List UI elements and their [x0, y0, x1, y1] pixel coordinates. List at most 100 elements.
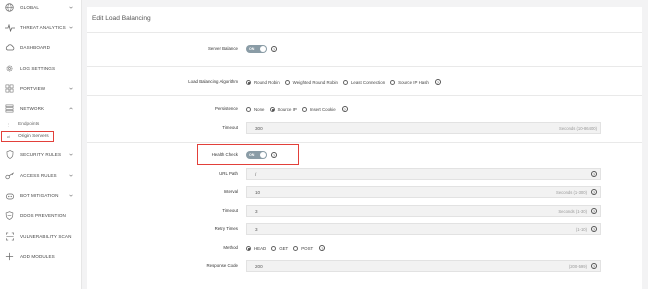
- radio-source-ip-hash[interactable]: Source IP Hash: [390, 79, 429, 85]
- help-icon[interactable]: ?: [591, 189, 597, 195]
- help-icon[interactable]: ?: [591, 226, 597, 232]
- sidebar-item-network[interactable]: NETWORK: [0, 103, 82, 114]
- input-hint: (1-10): [575, 226, 587, 232]
- hc-timeout-label: Timeout: [222, 208, 238, 213]
- server-balance-toggle[interactable]: ON: [246, 45, 267, 53]
- help-icon[interactable]: ?: [434, 79, 441, 85]
- pulse-icon: [3, 22, 16, 33]
- radio-icon: [390, 79, 396, 85]
- help-icon[interactable]: ?: [591, 171, 597, 177]
- algorithm-label: Load Balancing Algorithm: [188, 79, 238, 84]
- input-value: 3: [255, 208, 258, 214]
- sidebar-item-ddos-prevention[interactable]: DDOS PREVENTION: [0, 210, 82, 221]
- server-balance-label: Server Balance: [207, 46, 238, 51]
- radio-label: Source IP Hash: [398, 79, 429, 85]
- radio-selected-icon: [269, 106, 275, 112]
- toggle-knob: [260, 152, 266, 158]
- sidebar-item-log-settings[interactable]: LOG SETTINGS: [0, 63, 82, 74]
- radio-label: POST: [301, 245, 314, 251]
- gear-icon: [3, 63, 16, 74]
- sidebar-item-add-modules[interactable]: ADD MODULES: [0, 251, 82, 262]
- radio-icon: [284, 79, 290, 85]
- help-icon[interactable]: ?: [271, 46, 277, 52]
- globe-icon: [3, 2, 16, 13]
- radio-none[interactable]: None: [246, 106, 265, 112]
- persistence-row: Persistence None Source IP Insert Cookie…: [87, 103, 642, 115]
- timeout-label: Timeout: [222, 125, 238, 130]
- chevron-down-icon: [68, 193, 73, 198]
- radio-icon: [293, 245, 299, 251]
- sidebar-item-vulnerability-scan[interactable]: VULNERABILITY SCAN: [0, 231, 82, 242]
- hc-timeout-input[interactable]: 3 Seconds (1-30) ?: [246, 205, 601, 217]
- retry-input[interactable]: 3 (1-10) ?: [246, 223, 601, 235]
- divider: [87, 66, 642, 67]
- input-hint: Seconds (10-86400): [559, 125, 597, 131]
- sidebar-item-label: LOG SETTINGS: [20, 66, 56, 71]
- chevron-down-icon: [68, 5, 73, 10]
- divider: [87, 142, 642, 143]
- help-icon[interactable]: ?: [591, 208, 597, 214]
- radio-label: Least Connection: [350, 79, 386, 85]
- help-icon[interactable]: ?: [271, 152, 277, 158]
- radio-label: None: [254, 106, 265, 112]
- sidebar-item-portview[interactable]: PORTVIEW: [0, 83, 82, 94]
- radio-round-robin[interactable]: Round Robin: [246, 79, 280, 85]
- help-icon[interactable]: ?: [319, 245, 326, 251]
- sidebar-item-access-rules[interactable]: ACCESS RULES: [0, 170, 82, 181]
- plus-icon: [3, 251, 16, 262]
- radio-label: Weighted Round Robin: [292, 79, 338, 85]
- url-path-label: URL Path: [219, 171, 238, 176]
- toggle-state: ON: [249, 153, 255, 157]
- sidebar-item-global[interactable]: GLOBAL: [0, 2, 82, 13]
- sidebar-subitem-endpoints[interactable]: ⋮ Endpoints: [0, 120, 82, 128]
- chevron-down-icon: [68, 86, 73, 91]
- input-hint: Seconds (1-30): [558, 208, 587, 214]
- sidebar-item-label: VULNERABILITY SCAN: [20, 234, 72, 239]
- sidebar-item-threat-analytics[interactable]: THREAT ANALYTICS: [0, 22, 82, 33]
- input-value: 200: [255, 263, 263, 269]
- sidebar-item-bot-mitigation[interactable]: BOT MITIGATION: [0, 190, 82, 201]
- ddos-icon: [3, 210, 16, 221]
- sidebar-subitem-label: Endpoints: [18, 121, 40, 127]
- chevron-down-icon: [68, 152, 73, 157]
- server-balance-row: Server Balance ON ?: [87, 43, 642, 55]
- response-code-input[interactable]: 200 (200-599) ?: [246, 260, 601, 272]
- cloud-icon: [3, 42, 16, 53]
- sidebar-item-dashboard[interactable]: DASHBOARD: [0, 42, 82, 53]
- health-check-row: Health Check ON ?: [87, 149, 642, 161]
- radio-head[interactable]: HEAD: [246, 245, 266, 251]
- sidebar-item-label: PORTVIEW: [20, 86, 46, 91]
- radio-least-connection[interactable]: Least Connection: [342, 79, 386, 85]
- shield-icon: [3, 149, 16, 160]
- sidebar: GLOBAL THREAT ANALYTICS DASHBOARD LOG SE…: [0, 0, 82, 289]
- sidebar-item-label: THREAT ANALYTICS: [20, 25, 66, 30]
- algorithm-row: Load Balancing Algorithm Round Robin Wei…: [87, 76, 642, 88]
- radio-post[interactable]: POST: [293, 245, 314, 251]
- health-check-toggle[interactable]: ON: [246, 151, 267, 159]
- help-icon[interactable]: ?: [591, 263, 597, 269]
- radio-weighted-round-robin[interactable]: Weighted Round Robin: [284, 79, 338, 85]
- interval-input[interactable]: 10 Seconds (1-300) ?: [246, 186, 601, 198]
- response-code-row: Response Code 200 (200-599) ?: [87, 260, 642, 272]
- health-check-label: Health Check: [211, 152, 238, 157]
- radio-source-ip[interactable]: Source IP: [269, 106, 297, 112]
- page-title: Edit Load Balancing: [92, 15, 151, 22]
- sidebar-item-label: DASHBOARD: [20, 45, 50, 50]
- help-icon[interactable]: ?: [341, 106, 348, 112]
- edit-load-balancing-panel: Edit Load Balancing Server Balance ON ? …: [87, 7, 642, 289]
- sidebar-item-label: ADD MODULES: [20, 254, 55, 259]
- sidebar-item-label: DDOS PREVENTION: [20, 213, 66, 218]
- url-path-input[interactable]: / ?: [246, 168, 601, 180]
- toggle-knob: [260, 46, 266, 52]
- hc-timeout-row: Timeout 3 Seconds (1-30) ?: [87, 205, 642, 217]
- input-value: 300: [255, 125, 263, 131]
- radio-icon: [301, 106, 307, 112]
- radio-insert-cookie[interactable]: Insert Cookie: [301, 106, 336, 112]
- input-hint: Seconds (1-300): [556, 189, 587, 195]
- divider: [87, 95, 642, 96]
- radio-get[interactable]: GET: [271, 245, 288, 251]
- sidebar-item-security-rules[interactable]: SECURITY RULES: [0, 149, 82, 160]
- sidebar-item-label: ACCESS RULES: [20, 173, 57, 178]
- timeout-input[interactable]: 300 Seconds (10-86400): [246, 122, 601, 134]
- radio-label: Round Robin: [254, 79, 280, 85]
